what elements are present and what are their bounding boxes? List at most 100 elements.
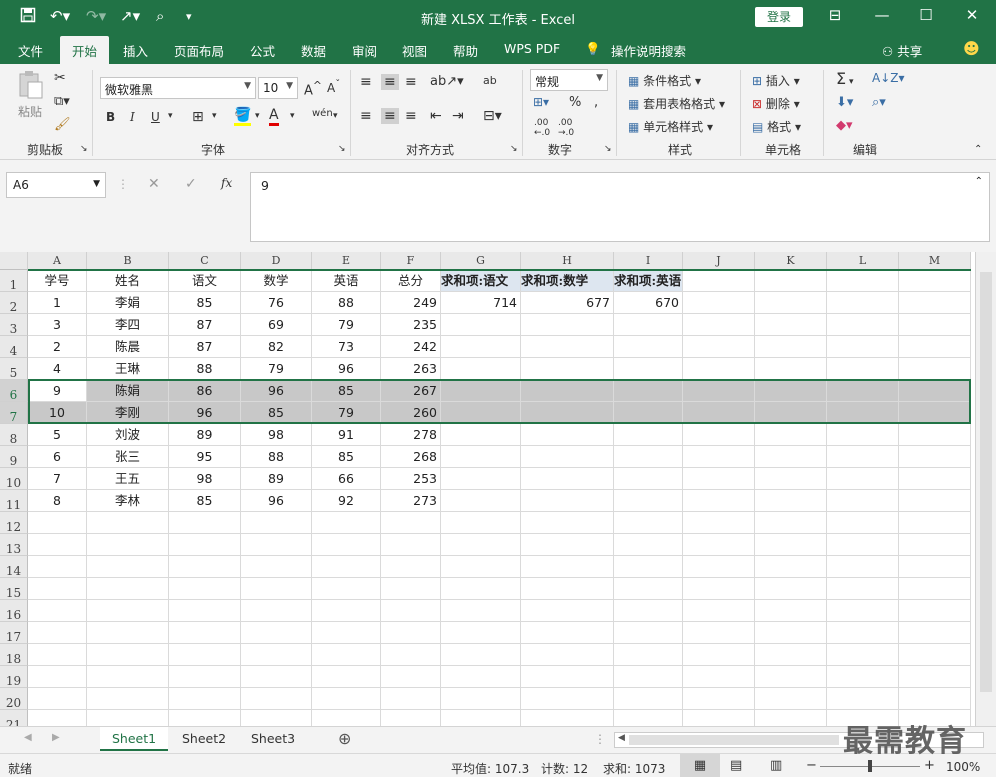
tab-home[interactable]: 开始 xyxy=(60,36,110,64)
table-cell[interactable] xyxy=(683,644,755,666)
table-cell[interactable] xyxy=(899,358,971,380)
collapse-formula-icon[interactable]: ⌃ xyxy=(975,176,983,187)
table-cell[interactable] xyxy=(441,358,521,380)
table-cell[interactable] xyxy=(614,644,683,666)
table-cell[interactable] xyxy=(381,710,441,726)
pivot-value[interactable]: 670 xyxy=(614,292,683,314)
font-color-icon[interactable]: A xyxy=(269,107,279,126)
table-cell[interactable]: 学号 xyxy=(28,270,87,292)
number-launcher-icon[interactable]: ↘ xyxy=(604,144,612,154)
maximize-button[interactable]: ☐ xyxy=(906,6,946,24)
font-name-select[interactable]: 微软雅黑 ▼ xyxy=(100,77,256,99)
increase-indent-icon[interactable]: ⇥ xyxy=(452,108,464,124)
table-cell[interactable] xyxy=(28,600,87,622)
format-painter-icon[interactable]: 🖌 xyxy=(54,117,71,132)
table-cell[interactable]: 李刚 xyxy=(87,402,169,424)
chevron-down-icon[interactable]: ▾ xyxy=(290,111,295,121)
table-cell[interactable]: 刘波 xyxy=(87,424,169,446)
table-cell[interactable]: 85 xyxy=(169,490,241,512)
table-cell[interactable] xyxy=(614,402,683,424)
insert-cells-button[interactable]: ⊞ 插入 ▾ xyxy=(752,72,800,89)
column-header[interactable]: K xyxy=(755,252,827,270)
table-cell[interactable] xyxy=(169,578,241,600)
pivot-header[interactable]: 求和项:英语 xyxy=(614,270,683,292)
table-cell[interactable] xyxy=(441,600,521,622)
table-cell[interactable] xyxy=(28,710,87,726)
table-cell[interactable]: 73 xyxy=(312,336,381,358)
pivot-value[interactable]: 714 xyxy=(441,292,521,314)
scrollbar-thumb[interactable] xyxy=(629,735,839,745)
comma-style-icon[interactable]: , xyxy=(594,95,598,110)
scroll-right-icon[interactable]: ▶ xyxy=(52,732,60,743)
row-header[interactable]: 14 xyxy=(0,556,28,578)
table-cell[interactable] xyxy=(683,446,755,468)
table-cell[interactable] xyxy=(521,710,614,726)
table-cell[interactable] xyxy=(441,556,521,578)
table-cell[interactable] xyxy=(683,512,755,534)
table-cell[interactable] xyxy=(441,446,521,468)
table-cell[interactable]: 总分 xyxy=(381,270,441,292)
chevron-down-icon[interactable]: ▾ xyxy=(212,111,217,121)
table-cell[interactable] xyxy=(683,336,755,358)
table-cell[interactable] xyxy=(312,644,381,666)
table-cell[interactable]: 79 xyxy=(312,314,381,336)
table-cell[interactable] xyxy=(87,710,169,726)
table-cell[interactable] xyxy=(683,710,755,726)
column-header[interactable]: A xyxy=(28,252,87,270)
tab-file[interactable]: 文件 xyxy=(18,41,43,60)
table-cell[interactable]: 张三 xyxy=(87,446,169,468)
table-cell[interactable] xyxy=(683,688,755,710)
table-cell[interactable] xyxy=(521,512,614,534)
column-header[interactable]: E xyxy=(312,252,381,270)
table-cell[interactable] xyxy=(241,688,312,710)
row-header[interactable]: 5 xyxy=(0,358,28,380)
fill-icon[interactable]: ⬇▾ xyxy=(836,95,853,110)
table-cell[interactable] xyxy=(381,688,441,710)
cell-styles-button[interactable]: ▦ 单元格样式 ▾ xyxy=(628,118,713,135)
table-cell[interactable] xyxy=(381,600,441,622)
decrease-decimal-icon[interactable]: .00 →.0 xyxy=(558,118,574,138)
delete-cells-button[interactable]: ⊠ 删除 ▾ xyxy=(752,95,800,112)
table-cell[interactable]: 英语 xyxy=(312,270,381,292)
alignment-launcher-icon[interactable]: ↘ xyxy=(510,144,518,154)
table-cell[interactable]: 95 xyxy=(169,446,241,468)
italic-button[interactable]: I xyxy=(130,110,135,124)
row-header[interactable]: 15 xyxy=(0,578,28,600)
increase-decimal-icon[interactable]: .00 ←.0 xyxy=(534,118,550,138)
ribbon-display-icon[interactable]: ⊟ xyxy=(815,6,855,24)
table-cell[interactable] xyxy=(28,644,87,666)
table-cell[interactable] xyxy=(755,710,827,726)
tab-page-layout[interactable]: 页面布局 xyxy=(174,41,224,60)
table-cell[interactable] xyxy=(614,666,683,688)
table-cell[interactable] xyxy=(28,622,87,644)
table-cell[interactable] xyxy=(521,556,614,578)
zoom-out-icon[interactable]: − xyxy=(806,758,817,773)
table-cell[interactable] xyxy=(827,402,899,424)
table-cell[interactable] xyxy=(755,314,827,336)
table-cell[interactable] xyxy=(899,578,971,600)
column-header[interactable]: H xyxy=(521,252,614,270)
page-break-view-icon[interactable]: ▥ xyxy=(770,758,782,773)
table-cell[interactable] xyxy=(169,600,241,622)
table-cell[interactable] xyxy=(441,490,521,512)
table-cell[interactable] xyxy=(28,666,87,688)
table-cell[interactable] xyxy=(87,666,169,688)
close-button[interactable]: ✕ xyxy=(952,6,992,24)
vertical-scrollbar[interactable] xyxy=(975,252,996,726)
sheet-tab-1[interactable]: Sheet1 xyxy=(100,727,169,751)
table-cell[interactable] xyxy=(87,534,169,556)
table-cell[interactable] xyxy=(899,490,971,512)
table-cell[interactable] xyxy=(28,688,87,710)
table-cell[interactable] xyxy=(899,314,971,336)
tab-review[interactable]: 审阅 xyxy=(352,41,377,60)
table-cell[interactable] xyxy=(683,578,755,600)
table-cell[interactable] xyxy=(241,556,312,578)
worksheet-grid[interactable]: A B C D E F G H I J K L M 1 学号 姓名 语文 数学 英语 总分 求和项:语文 求和项:数学 求和… xyxy=(0,252,996,726)
increase-font-icon[interactable]: A^ xyxy=(304,79,322,98)
table-cell[interactable] xyxy=(312,534,381,556)
row-header[interactable]: 2 xyxy=(0,292,28,314)
pivot-header[interactable]: 求和项:语文 xyxy=(441,270,521,292)
row-header[interactable]: 21 xyxy=(0,710,28,726)
table-cell[interactable] xyxy=(312,512,381,534)
border-icon[interactable]: ⊞ xyxy=(192,109,204,125)
